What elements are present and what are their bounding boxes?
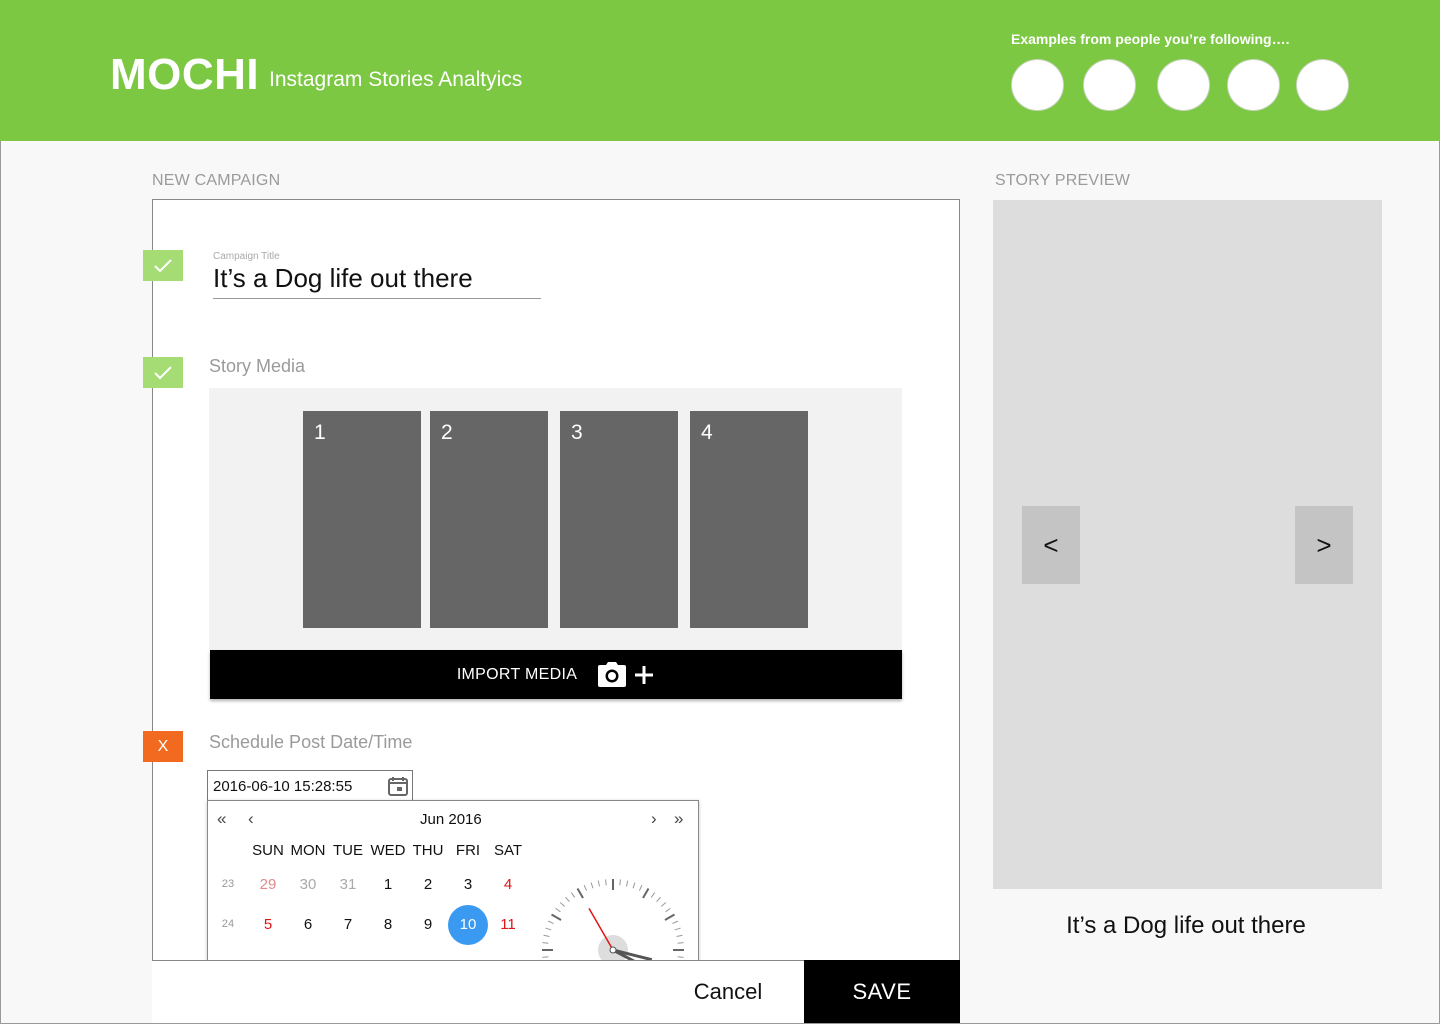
preview-caption: It’s a Dog life out there xyxy=(1066,912,1306,939)
calendar-day[interactable]: 9 xyxy=(408,905,448,945)
story-media-label: Story Media xyxy=(209,356,306,376)
selected-day-number: 10 xyxy=(459,916,477,933)
weekday-label: THU xyxy=(412,842,444,859)
avatar[interactable] xyxy=(1296,59,1349,111)
app-header: MOCHI Instagram Stories Analtyics Exampl… xyxy=(0,0,1440,141)
campaign-title-label: Campaign Title xyxy=(213,251,280,262)
clock-dial[interactable] xyxy=(538,875,688,962)
datetime-picker: « ‹ Jun 2016 › » SUN MON TUE WED THU FRI… xyxy=(207,800,699,962)
clock-tick xyxy=(677,942,684,944)
clock-tick xyxy=(650,892,656,898)
clock-tick xyxy=(590,882,594,889)
clock-tick xyxy=(570,892,576,898)
new-campaign-heading: NEW CAMPAIGN xyxy=(152,172,281,189)
calendar-day[interactable]: 11 xyxy=(488,905,528,945)
clock-tick xyxy=(664,913,675,921)
check-icon xyxy=(154,258,172,272)
plus-icon xyxy=(635,665,654,684)
clock-tick xyxy=(605,879,607,886)
cancel-button[interactable]: Cancel xyxy=(652,960,804,1024)
media-slot[interactable]: 1 xyxy=(303,411,421,628)
clock-tick xyxy=(547,920,554,925)
clock-tick xyxy=(619,879,621,886)
calendar-day[interactable]: 30 xyxy=(288,865,328,905)
clock-tick xyxy=(674,927,681,931)
examples-label: Examples from people you’re following…. xyxy=(1011,31,1290,47)
clock-tick xyxy=(676,934,683,937)
week-number: 24 xyxy=(221,918,235,930)
media-slot[interactable]: 4 xyxy=(690,411,808,628)
clock-tick xyxy=(559,902,566,907)
story-media-status xyxy=(143,357,183,388)
clock-tick xyxy=(555,907,561,913)
clock-tick xyxy=(542,942,549,944)
clock-tick xyxy=(638,884,643,891)
clock-tick xyxy=(660,902,667,907)
clock-tick xyxy=(677,956,684,958)
camera-icon xyxy=(598,661,627,687)
import-media-button[interactable]: IMPORT MEDIA xyxy=(210,650,902,699)
clock-tick xyxy=(597,880,600,887)
calendar-day[interactable]: 31 xyxy=(328,865,368,905)
avatar[interactable] xyxy=(1227,59,1280,111)
calendar-day[interactable]: 2 xyxy=(408,865,448,905)
import-media-label: IMPORT MEDIA xyxy=(456,665,578,683)
calendar-day[interactable]: 1 xyxy=(368,865,408,905)
media-slot[interactable]: 3 xyxy=(560,411,678,628)
calendar-day-selected[interactable]: 10 xyxy=(448,905,488,945)
avatar[interactable] xyxy=(1011,59,1064,111)
prev-year-button[interactable]: « xyxy=(217,809,226,829)
week-number: 23 xyxy=(221,878,235,890)
weekday-label: MON xyxy=(290,842,326,859)
clock-tick xyxy=(632,882,636,889)
clock-tick xyxy=(551,913,562,921)
preview-prev-button[interactable]: < xyxy=(1022,506,1080,584)
clock-tick xyxy=(642,888,650,899)
schedule-status: X xyxy=(143,731,183,762)
clock-tick xyxy=(665,907,671,913)
clock-center-pin xyxy=(609,946,617,954)
clock-tick xyxy=(545,927,552,931)
month-label[interactable]: Jun 2016 xyxy=(420,811,482,828)
app-logo[interactable]: MOCHI xyxy=(110,50,259,100)
datetime-input[interactable] xyxy=(213,776,383,796)
app-subtitle: Instagram Stories Analtyics xyxy=(269,68,523,91)
weekday-label: SUN xyxy=(252,842,284,859)
datetime-field[interactable] xyxy=(207,770,413,801)
avatar[interactable] xyxy=(1157,59,1210,111)
clock-tick xyxy=(672,920,679,925)
weekday-label: WED xyxy=(370,842,406,859)
weekday-label: SAT xyxy=(493,842,523,859)
calendar-day[interactable]: 29 xyxy=(248,865,288,905)
clock-tick xyxy=(542,956,549,958)
calendar-day[interactable]: 3 xyxy=(448,865,488,905)
calendar-icon[interactable] xyxy=(388,776,408,796)
clock-tick xyxy=(656,896,661,903)
campaign-title-input[interactable] xyxy=(213,263,541,299)
next-year-button[interactable]: » xyxy=(674,809,683,829)
preview-next-button[interactable]: > xyxy=(1295,506,1353,584)
avatar[interactable] xyxy=(1083,59,1136,111)
clock-tick xyxy=(576,888,584,899)
clock-tick xyxy=(626,880,629,887)
calendar-day[interactable]: 6 xyxy=(288,905,328,945)
campaign-title-status xyxy=(143,250,183,281)
media-slot[interactable]: 2 xyxy=(430,411,548,628)
clock-tick xyxy=(543,934,550,937)
weekday-label: FRI xyxy=(455,842,481,859)
save-button[interactable]: SAVE xyxy=(804,960,960,1024)
clock-tick xyxy=(565,896,570,903)
calendar-day[interactable]: 7 xyxy=(328,905,368,945)
clock-tick xyxy=(583,884,588,891)
schedule-label: Schedule Post Date/Time xyxy=(209,732,413,752)
calendar-day[interactable]: 5 xyxy=(248,905,288,945)
next-month-button[interactable]: › xyxy=(651,809,657,829)
weekday-label: TUE xyxy=(333,842,363,859)
calendar-day[interactable]: 8 xyxy=(368,905,408,945)
prev-month-button[interactable]: ‹ xyxy=(248,809,254,829)
story-preview-heading: STORY PREVIEW xyxy=(995,172,1131,189)
calendar-day[interactable]: 4 xyxy=(488,865,528,905)
check-icon xyxy=(154,365,172,379)
